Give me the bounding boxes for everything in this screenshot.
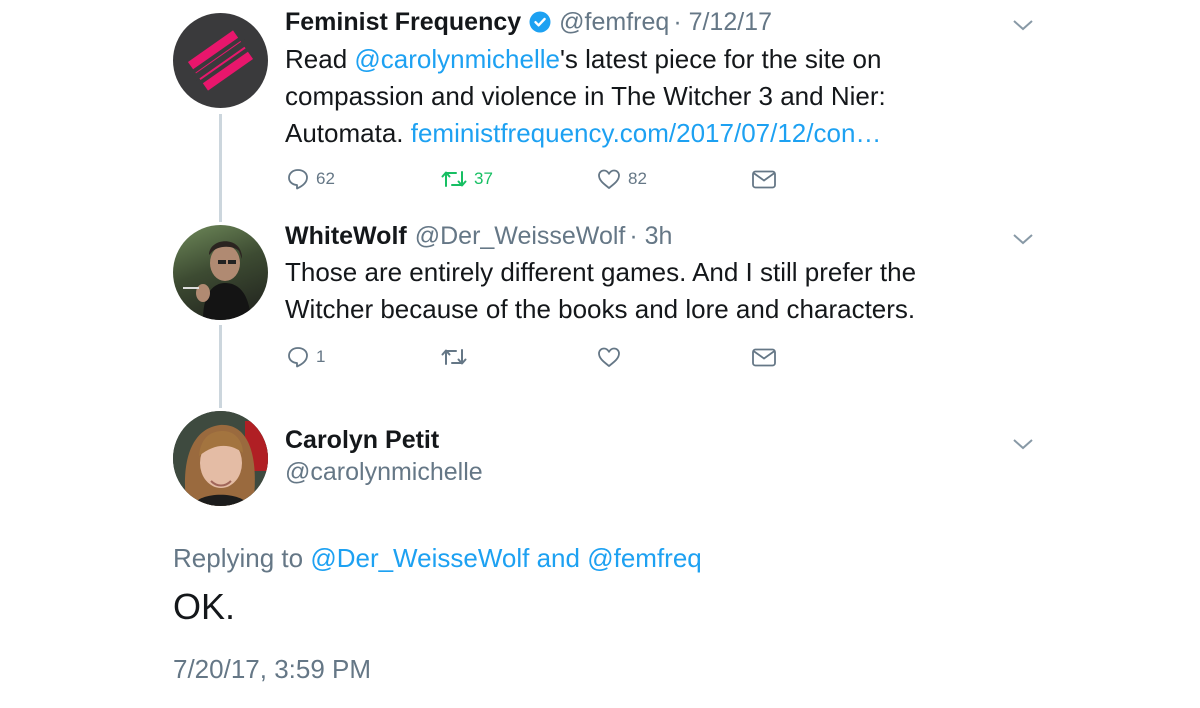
tweet-time[interactable]: · 7/12/17: [673, 8, 772, 37]
author-name[interactable]: Feminist Frequency: [285, 8, 521, 37]
chevron-down-icon[interactable]: [1012, 232, 1034, 246]
mention-link[interactable]: @femfreq: [587, 543, 702, 573]
avatar[interactable]: [173, 411, 268, 506]
tweet-text: Those are entirely different games. And …: [285, 254, 1005, 328]
author-handle[interactable]: @Der_WeisseWolf: [415, 222, 626, 251]
main-tweet-text: OK.: [173, 586, 236, 627]
avatar[interactable]: [173, 225, 268, 320]
tweet-time[interactable]: · 3h: [629, 222, 672, 251]
like-count: 82: [628, 169, 647, 188]
mention-link[interactable]: @carolynmichelle: [354, 44, 560, 74]
tweet-text: Read @carolynmichelle's latest piece for…: [285, 41, 985, 152]
retweet-icon: [441, 349, 467, 365]
tweet-text-line: Read @carolynmichelle's latest piece for…: [285, 44, 882, 74]
avatar[interactable]: [173, 13, 268, 108]
feminist-frequency-logo-icon: [187, 30, 254, 91]
chevron-down-icon[interactable]: [1012, 18, 1034, 32]
user-photo-icon: [183, 241, 251, 320]
heart-icon: [598, 347, 620, 367]
author-handle[interactable]: @femfreq: [559, 8, 669, 37]
chevron-down-icon[interactable]: [1012, 437, 1034, 451]
reply-count: 62: [316, 169, 335, 188]
reply-icon: [288, 169, 308, 190]
retweet-button[interactable]: 37: [440, 167, 493, 191]
author-name[interactable]: Carolyn Petit: [285, 426, 439, 455]
replying-and-label[interactable]: and: [537, 543, 580, 573]
tweet-text-line: compassion and violence in The Witcher 3…: [285, 81, 886, 111]
tweet-text-line: Those are entirely different games. And …: [285, 257, 917, 287]
replying-to-label: Replying to: [173, 543, 304, 573]
envelope-icon: [752, 348, 776, 367]
tweet-timestamp[interactable]: 7/20/17, 3:59 PM: [173, 654, 371, 685]
reply-icon: [288, 347, 308, 368]
direct-message-button[interactable]: [751, 345, 777, 369]
user-photo-icon: [173, 411, 268, 506]
thread-line: [219, 325, 222, 408]
verified-badge-icon: [529, 11, 551, 33]
direct-message-button[interactable]: [751, 167, 777, 191]
tweet-text-line: Witcher because of the books and lore an…: [285, 294, 916, 324]
heart-icon: [598, 169, 620, 189]
author-name[interactable]: WhiteWolf: [285, 222, 407, 251]
thread-line: [219, 114, 222, 222]
mention-link[interactable]: @Der_WeisseWolf: [310, 543, 529, 573]
like-button[interactable]: 82: [596, 167, 647, 191]
tweet-text-line: Automata. feministfrequency.com/2017/07/…: [285, 118, 882, 148]
like-button[interactable]: [596, 345, 622, 369]
author-handle[interactable]: @carolynmichelle: [285, 458, 483, 487]
reply-count: 1: [316, 347, 326, 366]
reply-button[interactable]: 1: [286, 345, 325, 369]
retweet-count: 37: [474, 169, 493, 188]
url-link[interactable]: feministfrequency.com/2017/07/12/con…: [411, 118, 882, 148]
retweet-icon: [441, 171, 467, 187]
envelope-icon: [752, 170, 776, 189]
replying-to: Replying to @Der_WeisseWolf and @femfreq: [173, 543, 702, 574]
retweet-button[interactable]: [440, 345, 468, 369]
reply-button[interactable]: 62: [286, 167, 335, 191]
